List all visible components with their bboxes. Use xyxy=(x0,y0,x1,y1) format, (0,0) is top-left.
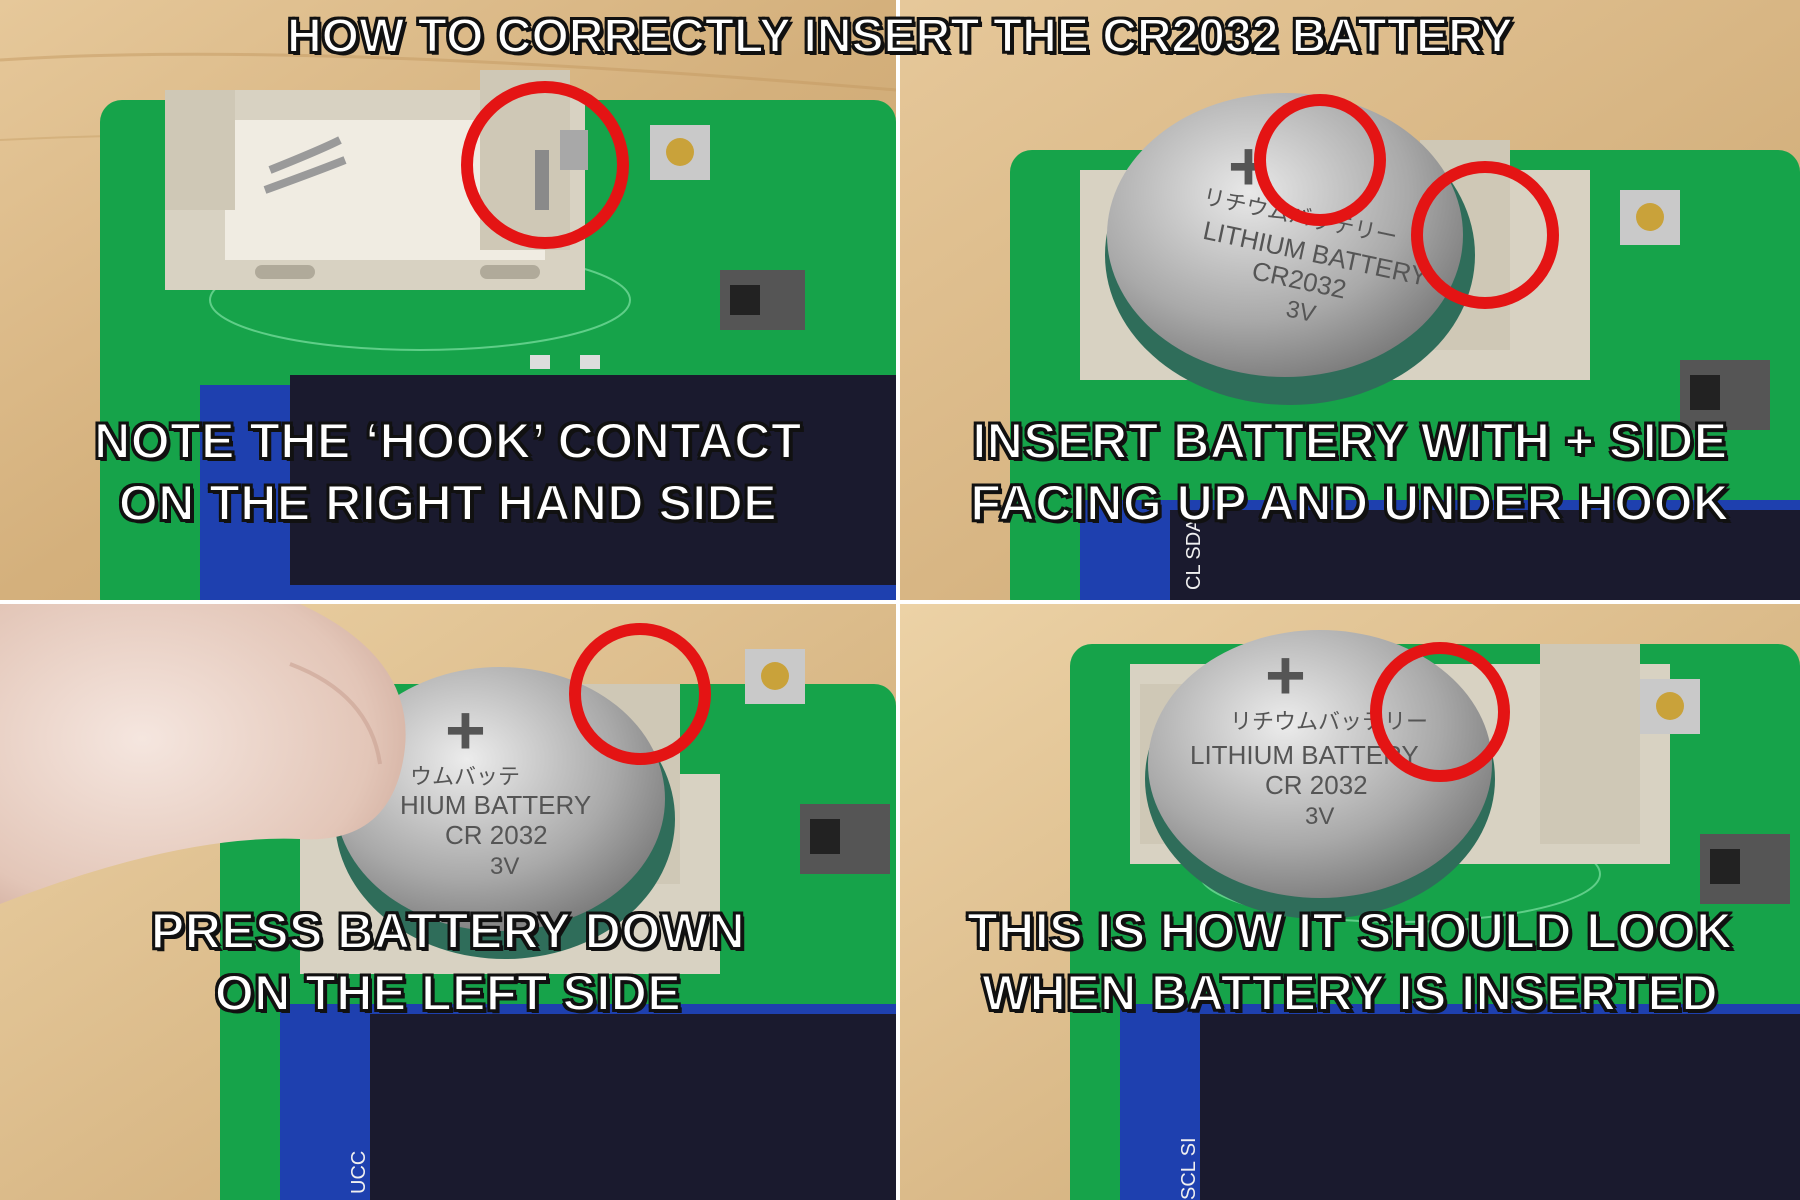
tactile-button xyxy=(1640,679,1700,734)
battery-voltage-label: 3V xyxy=(1305,803,1334,830)
battery-brand-label: HIUM BATTERY xyxy=(400,790,591,820)
panel-divider-horizontal xyxy=(0,600,1800,604)
tactile-button xyxy=(1620,190,1680,245)
caption-step-4: THIS IS HOW IT SHOULD LOOK WHEN BATTERY … xyxy=(966,902,1733,1022)
caption-step-3: PRESS BATTERY DOWN ON THE LEFT SIDE xyxy=(150,902,746,1022)
caption-step-1: NOTE THE ‘HOOK’ CONTACT ON THE RIGHT HAN… xyxy=(93,412,802,532)
battery-model-label: CR 2032 xyxy=(1265,770,1368,800)
slide-switch xyxy=(720,270,805,330)
slide-switch xyxy=(800,804,890,874)
board-silkscreen-label: SCL SI xyxy=(1178,1137,1200,1200)
battery-holder xyxy=(165,70,588,290)
oled-display xyxy=(1120,1004,1800,1200)
panel-step-3: + ウムバッテ HIUM BATTERY CR 2032 3V UCC PRES… xyxy=(0,604,896,1200)
battery-plus-sign: + xyxy=(445,691,486,769)
slide-switch xyxy=(1700,834,1790,904)
battery-jp-label: リチウムバッテリー xyxy=(1230,710,1428,735)
tactile-button xyxy=(650,125,710,180)
oled-display xyxy=(280,1004,896,1200)
caption-step-2: INSERT BATTERY WITH + SIDE FACING UP AND… xyxy=(969,412,1730,532)
board-silkscreen-label: UCC xyxy=(348,1151,370,1194)
main-title: HOW TO CORRECTLY INSERT THE CR2032 BATTE… xyxy=(286,9,1514,64)
panel-step-2: + リチウムバッテリー LITHIUM BATTERY CR2032 3V CL… xyxy=(900,0,1800,600)
battery-model-label: CR 2032 xyxy=(445,820,548,850)
battery-voltage-label: 3V xyxy=(490,853,519,880)
battery-jp-label: ウムバッテ xyxy=(410,765,520,790)
panel-step-4: + リチウムバッテリー LITHIUM BATTERY CR 2032 3V S… xyxy=(900,604,1800,1200)
panel-step-1: NOTE THE ‘HOOK’ CONTACT ON THE RIGHT HAN… xyxy=(0,0,896,600)
battery-plus-sign: + xyxy=(1265,636,1306,714)
tactile-button xyxy=(745,649,805,704)
